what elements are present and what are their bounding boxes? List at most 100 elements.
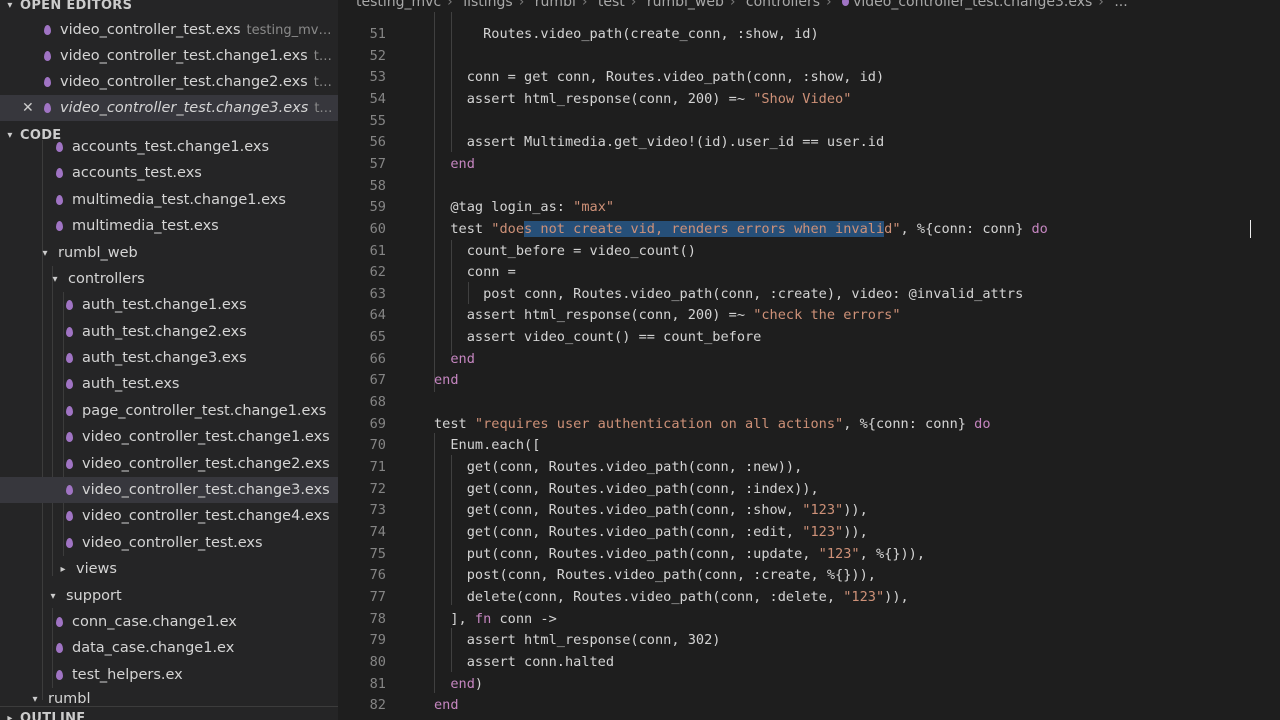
tree-file[interactable]: test_helpers.ex [0,662,338,688]
string-token: "requires user authentication on all act… [474,415,844,432]
close-icon[interactable]: ✕ [22,100,34,116]
breadcrumb-item[interactable]: controllers [746,0,820,10]
breadcrumb: testing_mvc › listings › rumbl › test › rumb… [338,0,1280,12]
code-text: conn = get conn, Routes.video_path(conn,… [434,66,884,88]
tree-folder[interactable]: ▸ views [0,556,338,582]
code-line[interactable]: 70 Enum.each([ [338,434,1280,456]
tree-file[interactable]: auth_test.change3.exs [0,345,338,371]
line-number: 81 [369,675,386,692]
code-line[interactable]: 57 end [338,153,1280,175]
code-line[interactable]: 80 assert conn.halted [338,651,1280,673]
code-line[interactable]: 63 post conn, Routes.video_path(conn, :c… [338,283,1280,305]
tree-file[interactable]: video_controller_test.change1.exs [0,424,338,450]
breadcrumb-separator-icon: › [729,0,736,10]
code-text: assert html_response(conn, 200) =~ "Show… [434,88,852,110]
code-line[interactable]: 82 end [338,694,1280,716]
code-text: post(conn, Routes.video_path(conn, :crea… [434,564,876,586]
tree-file[interactable]: video_controller_test.change2.exs [0,451,338,477]
tree-file[interactable]: accounts_test.exs [0,160,338,186]
breadcrumb-item[interactable]: video_controller_test.change3.exs [853,0,1092,10]
code-line[interactable]: 64 assert html_response(conn, 200) =~ "c… [338,304,1280,326]
code-token: get(conn, Routes.video_path(conn, :edit, [434,523,803,540]
tree-file[interactable]: multimedia_test.exs [0,213,338,239]
code-text: get(conn, Routes.video_path(conn, :index… [434,478,819,500]
open-editor-filename: video_controller_test.exs [60,22,241,38]
breadcrumb-item[interactable]: rumbl_web [647,0,724,10]
tree-file-label: auth_test.change3.exs [82,350,247,366]
tree-file[interactable]: data_case.change1.ex [0,635,338,661]
code-line[interactable]: 66 end [338,348,1280,370]
tree-file[interactable]: video_controller_test.change4.exs [0,503,338,529]
code-token: , %{conn: conn} [900,220,1032,237]
code-line[interactable]: 79 assert html_response(conn, 302) [338,629,1280,651]
code-line[interactable]: 56 assert Multimedia.get_video!(id).user… [338,131,1280,153]
chevron-down-icon: ▾ [32,693,38,705]
code-line[interactable]: 59 @tag login_as: "max" [338,196,1280,218]
line-number: 82 [369,697,386,714]
code-line[interactable]: 77 delete(conn, Routes.video_path(conn, … [338,586,1280,608]
code-line[interactable]: 75 put(conn, Routes.video_path(conn, :up… [338,543,1280,565]
elixir-file-icon [44,51,51,61]
line-number: 78 [369,610,386,627]
open-editor-item[interactable]: video_controller_test.change2.exs te... [0,69,338,95]
code-text: test "does not create vid, renders error… [434,218,1048,240]
breadcrumb-separator-icon: › [518,0,525,10]
code-line[interactable]: 54 assert html_response(conn, 200) =~ "S… [338,88,1280,110]
tree-file-label: accounts_test.change1.exs [72,139,270,155]
code-line[interactable]: 65 assert video_count() == count_before [338,326,1280,348]
tree-file-selected[interactable]: video_controller_test.change3.exs [0,477,338,503]
code-editor[interactable]: testing_mvc › listings › rumbl › test › rumb… [338,0,1280,720]
line-number: 72 [369,480,386,497]
code-line[interactable]: 62 conn = [338,261,1280,283]
code-line[interactable]: 60 test "does not create vid, renders er… [338,218,1280,240]
open-editor-item-active[interactable]: ✕ video_controller_test.change3.exs te..… [0,95,338,121]
tree-file[interactable]: accounts_test.change1.exs [0,136,338,158]
elixir-file-icon [66,511,73,521]
breadcrumb-item[interactable]: rumbl [535,0,576,10]
open-editor-item[interactable]: video_controller_test.change1.exs tes... [0,43,338,69]
elixir-file-icon [56,617,63,627]
line-number: 61 [369,242,386,259]
code-line[interactable]: 67 end [338,369,1280,391]
breadcrumb-item[interactable]: ... [1114,0,1127,10]
code-line[interactable]: 58 [338,175,1280,197]
code-line[interactable]: 51 Routes.video_path(create_conn, :show,… [338,23,1280,45]
elixir-file-icon [66,353,73,363]
open-editors-header[interactable]: ▾ OPEN EDITORS [0,0,338,16]
code-line[interactable]: 69 test "requires user authentication on … [338,413,1280,435]
tree-folder[interactable]: ▾ controllers [0,266,338,292]
code-token: delete(conn, Routes.video_path(conn, :de… [434,588,844,605]
code-line[interactable]: 68 [338,391,1280,413]
code-line[interactable]: 61 count_before = video_count() [338,240,1280,262]
tree-folder-label: controllers [68,271,145,287]
open-editor-item[interactable]: video_controller_test.exs testing_mvc/..… [0,17,338,43]
code-line[interactable]: 76 post(conn, Routes.video_path(conn, :c… [338,564,1280,586]
breadcrumb-item[interactable]: testing_mvc [356,0,441,10]
code-text: get(conn, Routes.video_path(conn, :new))… [434,456,803,478]
breadcrumb-item[interactable]: listings [463,0,513,10]
tree-file[interactable]: auth_test.exs [0,371,338,397]
code-line[interactable]: 52 [338,45,1280,67]
tree-file-label: multimedia_test.change1.exs [72,192,286,208]
code-line[interactable]: 81 end) [338,673,1280,695]
code-text: test "requires user authentication on al… [434,413,991,435]
tree-file[interactable]: page_controller_test.change1.exs [0,398,338,424]
tree-folder[interactable]: ▾ rumbl_web [0,240,338,266]
selected-string-token: s not create vid, renders errors when in… [524,220,885,237]
tree-folder[interactable]: ▾ support [0,583,338,609]
tree-file[interactable]: video_controller_test.exs [0,530,338,556]
code-line[interactable]: 74 get(conn, Routes.video_path(conn, :ed… [338,521,1280,543]
code-line[interactable]: 71 get(conn, Routes.video_path(conn, :ne… [338,456,1280,478]
tree-file[interactable]: multimedia_test.change1.exs [0,187,338,213]
breadcrumb-item[interactable]: test [598,0,625,10]
tree-file[interactable]: auth_test.change2.exs [0,319,338,345]
chevron-right-icon: ▸ [7,712,13,720]
tree-file[interactable]: auth_test.change1.exs [0,292,338,318]
outline-header[interactable]: ▸ OUTLINE [0,706,338,720]
code-line[interactable]: 73 get(conn, Routes.video_path(conn, :sh… [338,499,1280,521]
code-line[interactable]: 55 [338,110,1280,132]
code-line[interactable]: 78 ], fn conn -> [338,608,1280,630]
code-line[interactable]: 53 conn = get conn, Routes.video_path(co… [338,66,1280,88]
code-line[interactable]: 72 get(conn, Routes.video_path(conn, :in… [338,478,1280,500]
tree-file[interactable]: conn_case.change1.ex [0,609,338,635]
